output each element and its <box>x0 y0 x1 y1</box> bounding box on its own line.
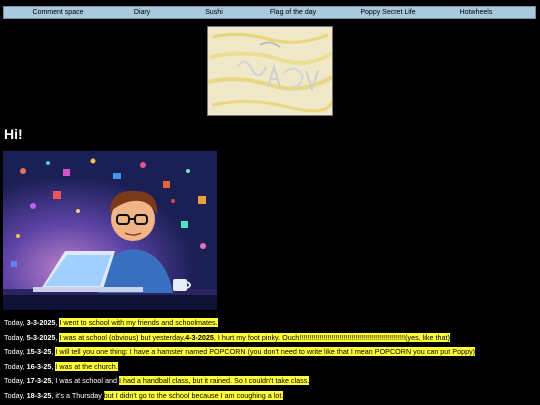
boy-illustration-image <box>3 151 217 310</box>
entry-prefix: Today, <box>4 347 27 356</box>
entry-highlight: I went to school with my friends and sch… <box>59 318 218 327</box>
diary-entry: Today, 3-3-2025, I went to school with m… <box>4 318 540 327</box>
entry-text: , it's a Thursday <box>51 390 104 400</box>
diary-entry: Today, 15-3-25, I will tell you one thin… <box>4 347 540 356</box>
entry-prefix: Today, <box>4 376 27 385</box>
nav-link-flag-of-the-day[interactable]: Flag of the day <box>256 7 330 18</box>
entry-prefix: Today, <box>4 332 27 342</box>
entry-date: 3-3-2025 <box>26 318 56 327</box>
diary-entry: Today, 5-3-2025, I was at school (obviou… <box>4 332 540 342</box>
entry-text: , I was at school and <box>51 376 119 385</box>
entry-date: 17-3-25 <box>26 376 52 385</box>
diary-entry: Today, 17-3-25, I was at school and I ha… <box>4 376 540 385</box>
entry-date: 15-3-25 <box>26 347 52 356</box>
diary-entries: Today, 3-3-2025, I went to school with m… <box>4 318 540 405</box>
entry-date: 4-3-2025 <box>185 332 214 342</box>
entry-highlight: but I didn't go to the school because I … <box>103 390 284 400</box>
entry-prefix: Today, <box>4 390 27 400</box>
nav-link-hotwheels[interactable]: Hotwheels <box>446 7 506 18</box>
entry-highlight: I was at the church. <box>55 361 118 371</box>
nav-link-comment-space[interactable]: Comment space <box>4 7 112 18</box>
top-nav: Comment space Diary Sushi Flag of the da… <box>3 6 536 19</box>
drawing-image <box>207 26 333 116</box>
diary-entry: Today, 16-3-25, I was at the church. <box>4 361 540 371</box>
entry-date: 5-3-2025 <box>26 332 56 342</box>
page-greeting: Hi! <box>4 126 23 142</box>
entry-highlight: I was at school (obvious) but yesterday, <box>59 332 186 342</box>
entry-prefix: Today, <box>4 318 27 327</box>
entry-highlight: I hurt my foot pinky. Ouch!!!!!!!!!!!!!!… <box>217 332 450 342</box>
diary-entry: Today, 18-3-25, it's a Thursday but I di… <box>4 390 540 400</box>
entry-highlight: I had a handball class, but it rained. S… <box>118 376 310 385</box>
entry-date: 18-3-25 <box>26 390 52 400</box>
nav-link-sushi[interactable]: Sushi <box>172 7 256 18</box>
entry-highlight: I will tell you one thing: I have a hams… <box>55 347 476 356</box>
nav-link-poppy-secret-life[interactable]: Poppy Secret Life <box>330 7 446 18</box>
nav-link-diary[interactable]: Diary <box>112 7 172 18</box>
entry-prefix: Today, <box>4 361 27 371</box>
entry-date: 16-3-25 <box>26 361 52 371</box>
